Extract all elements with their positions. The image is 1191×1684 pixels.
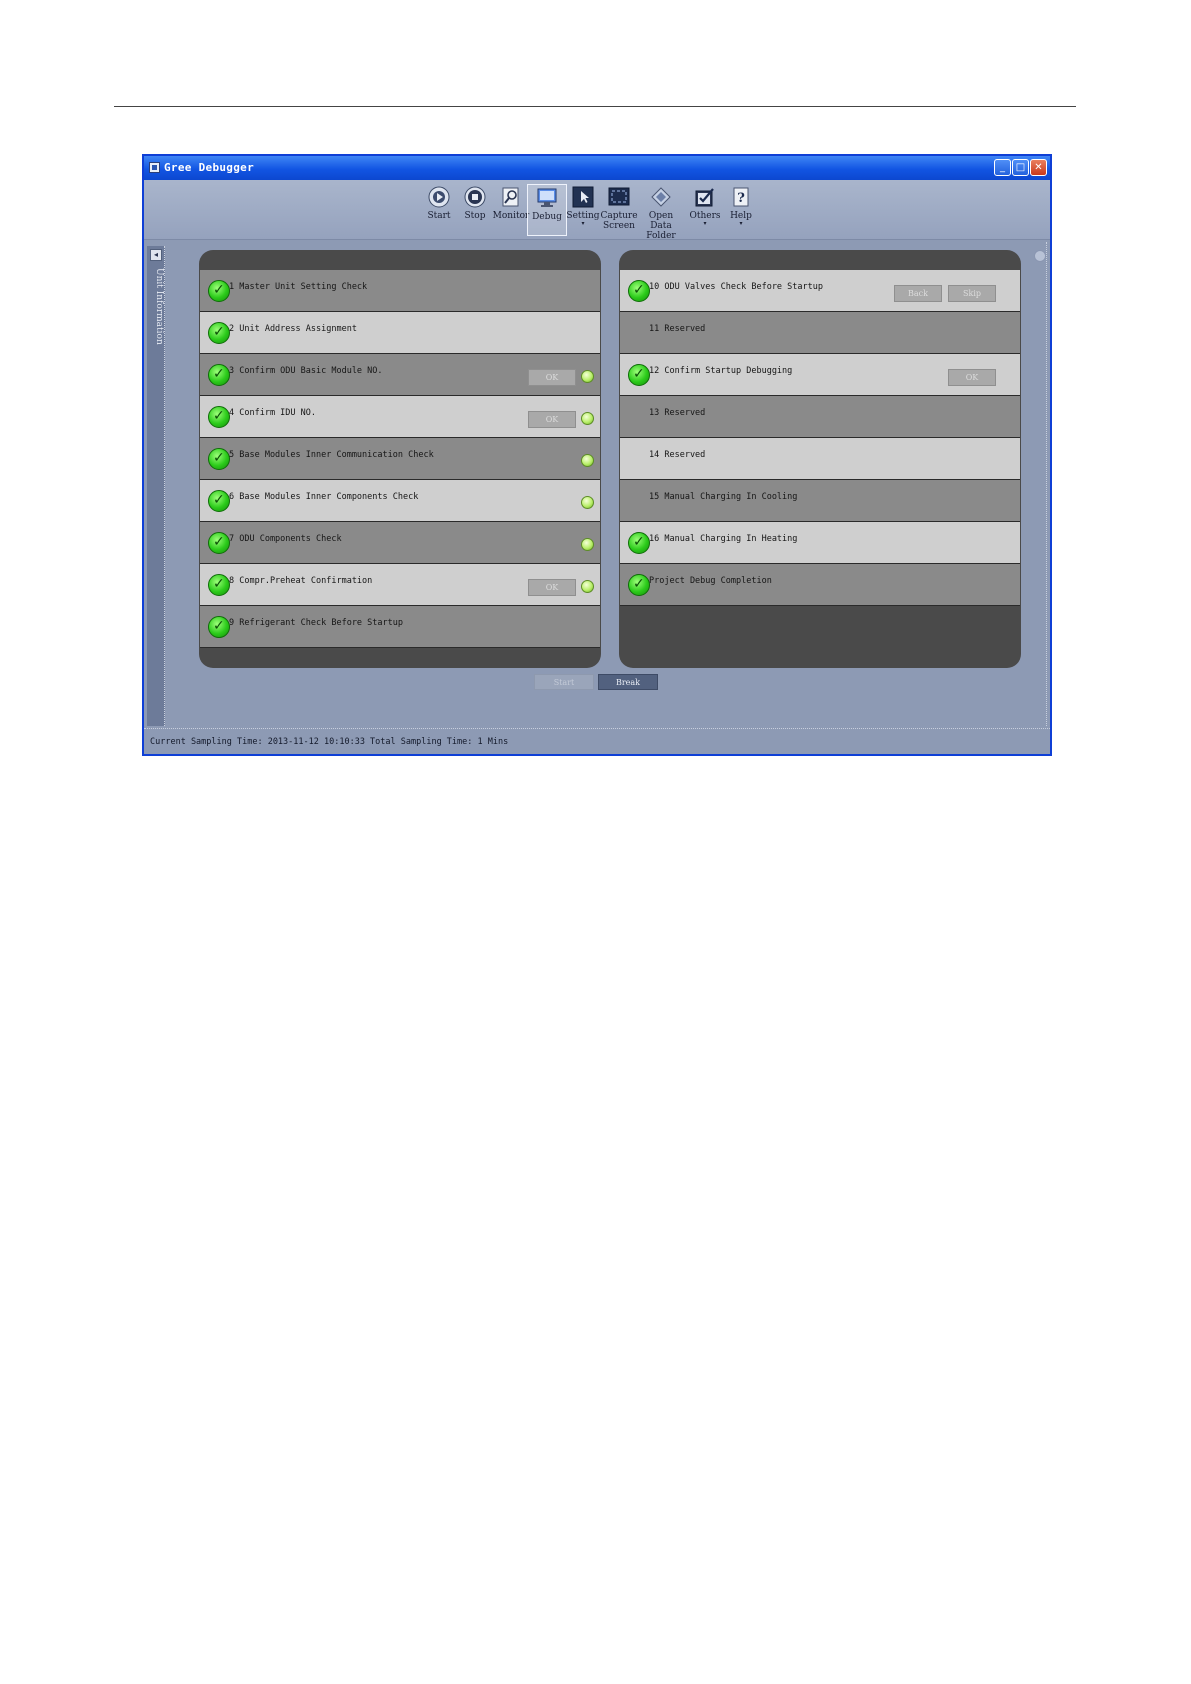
- status-led-icon: [581, 496, 594, 509]
- app-icon: [149, 162, 160, 173]
- debug-content: 1 Master Unit Setting Check 2 Unit Addres…: [167, 242, 1047, 726]
- step-label: 11 Reserved: [649, 324, 706, 334]
- check-icon: [208, 280, 230, 302]
- step-row: 1 Master Unit Setting Check: [200, 270, 600, 312]
- cursor-icon: [572, 186, 594, 208]
- steps-list-left: 1 Master Unit Setting Check 2 Unit Addres…: [199, 270, 601, 648]
- toolbar-capture-screen-button[interactable]: Capture Screen: [599, 184, 639, 236]
- gree-debugger-window: Gree Debugger _ □ ✕ Start Stop Monitor D…: [142, 154, 1052, 756]
- unit-information-label: Unit Information: [154, 268, 164, 345]
- toolbar-others-button[interactable]: Others ▾: [685, 184, 725, 236]
- step-label: 14 Reserved: [649, 450, 706, 460]
- step-row: 15 Manual Charging In Cooling: [620, 480, 1020, 522]
- step-label: 4 Confirm IDU NO.: [229, 408, 316, 418]
- toolbar-monitor-button[interactable]: Monitor: [491, 184, 531, 236]
- window-title: Gree Debugger: [164, 161, 254, 174]
- collapse-arrow-icon[interactable]: ◂: [150, 249, 162, 261]
- step-row: 3 Confirm ODU Basic Module NO. OK: [200, 354, 600, 396]
- step-row: 10 ODU Valves Check Before Startup Back Sk…: [620, 270, 1020, 312]
- minimize-button[interactable]: _: [994, 159, 1011, 176]
- monitor-icon: [537, 188, 557, 207]
- steps-panel-left: 1 Master Unit Setting Check 2 Unit Addres…: [199, 250, 601, 668]
- step-row: 2 Unit Address Assignment: [200, 312, 600, 354]
- maximize-button[interactable]: □: [1012, 159, 1029, 176]
- check-icon: [208, 490, 230, 512]
- check-icon: [208, 532, 230, 554]
- status-led-icon: [581, 454, 594, 467]
- check-icon: [208, 322, 230, 344]
- step-label: 13 Reserved: [649, 408, 706, 418]
- step-label: 5 Base Modules Inner Communication Check: [229, 450, 434, 460]
- steps-list-right: 10 ODU Valves Check Before Startup Back Sk…: [619, 270, 1021, 606]
- check-icon: [628, 532, 650, 554]
- toolbar-setting-button[interactable]: Setting ▾: [563, 184, 603, 236]
- step-label: 2 Unit Address Assignment: [229, 324, 357, 334]
- step-row: 11 Reserved: [620, 312, 1020, 354]
- main-toolbar: Start Stop Monitor Debug Setting ▾ Captu…: [144, 180, 1050, 262]
- toolbar-open-data-folder-button[interactable]: Open Data Folder: [637, 184, 685, 241]
- step-row: 12 Confirm Startup Debugging OK: [620, 354, 1020, 396]
- magnifier-icon: [502, 187, 519, 207]
- sampling-time-status: Current Sampling Time: 2013-11-12 10:10:…: [150, 737, 509, 747]
- step-row: 5 Base Modules Inner Communication Check: [200, 438, 600, 480]
- status-led-icon: [581, 370, 594, 383]
- check-icon: [208, 406, 230, 428]
- step-label: 9 Refrigerant Check Before Startup: [229, 618, 403, 628]
- status-bar: Current Sampling Time: 2013-11-12 10:10:…: [144, 728, 1050, 754]
- step-row: 9 Refrigerant Check Before Startup: [200, 606, 600, 648]
- check-icon: [208, 364, 230, 386]
- check-icon: [208, 616, 230, 638]
- check-icon: [628, 280, 650, 302]
- step-label: 8 Compr.Preheat Confirmation: [229, 576, 373, 586]
- page-header-rule: [114, 106, 1076, 107]
- capture-icon: [608, 187, 630, 206]
- step-label: 7 ODU Components Check: [229, 534, 342, 544]
- status-led-icon: [581, 412, 594, 425]
- status-led-icon: [581, 580, 594, 593]
- step-label: 16 Manual Charging In Heating: [649, 534, 798, 544]
- play-icon: [428, 186, 450, 208]
- ok-button[interactable]: OK: [528, 369, 576, 386]
- close-button[interactable]: ✕: [1030, 159, 1047, 176]
- step-row: 13 Reserved: [620, 396, 1020, 438]
- folder-icon: [651, 187, 671, 207]
- check-icon: [208, 574, 230, 596]
- step-row: 8 Compr.Preheat Confirmation OK: [200, 564, 600, 606]
- step-row: 7 ODU Components Check: [200, 522, 600, 564]
- check-icon: [208, 448, 230, 470]
- steps-panel-right: 10 ODU Valves Check Before Startup Back Sk…: [619, 250, 1021, 668]
- toolbar-start-button[interactable]: Start: [419, 184, 459, 236]
- svg-text:?: ?: [737, 191, 745, 206]
- check-icon: [628, 364, 650, 386]
- toolbar-help-button[interactable]: ? Help ▾: [721, 184, 761, 236]
- ok-button[interactable]: OK: [948, 369, 996, 386]
- step-row: 14 Reserved: [620, 438, 1020, 480]
- toolbar-debug-button[interactable]: Debug: [527, 184, 567, 236]
- step-row: 16 Manual Charging In Heating: [620, 522, 1020, 564]
- start-debug-button[interactable]: Start: [534, 674, 594, 690]
- toolbar-stop-button[interactable]: Stop: [455, 184, 495, 236]
- step-label: 3 Confirm ODU Basic Module NO.: [229, 366, 383, 376]
- step-label: 12 Confirm Startup Debugging: [649, 366, 793, 376]
- back-button[interactable]: Back: [894, 285, 942, 302]
- step-row: 4 Confirm IDU NO. OK: [200, 396, 600, 438]
- status-led-icon: [581, 538, 594, 551]
- step-row: Project Debug Completion: [620, 564, 1020, 606]
- checkbox-icon: [695, 188, 714, 207]
- break-button[interactable]: Break: [598, 674, 658, 690]
- step-label: 1 Master Unit Setting Check: [229, 282, 368, 292]
- step-label: Project Debug Completion: [649, 576, 772, 586]
- title-bar[interactable]: Gree Debugger _ □ ✕: [144, 156, 1050, 180]
- check-icon: [628, 574, 650, 596]
- skip-button[interactable]: Skip: [948, 285, 996, 302]
- ok-button[interactable]: OK: [528, 411, 576, 428]
- step-label: 10 ODU Valves Check Before Startup: [649, 282, 823, 292]
- step-label: 15 Manual Charging In Cooling: [649, 492, 798, 502]
- step-row: 6 Base Modules Inner Components Check: [200, 480, 600, 522]
- step-label: 6 Base Modules Inner Components Check: [229, 492, 419, 502]
- unit-information-tab[interactable]: ◂ Unit Information: [147, 246, 165, 726]
- help-icon: ?: [733, 187, 749, 207]
- stop-icon: [464, 186, 486, 208]
- ok-button[interactable]: OK: [528, 579, 576, 596]
